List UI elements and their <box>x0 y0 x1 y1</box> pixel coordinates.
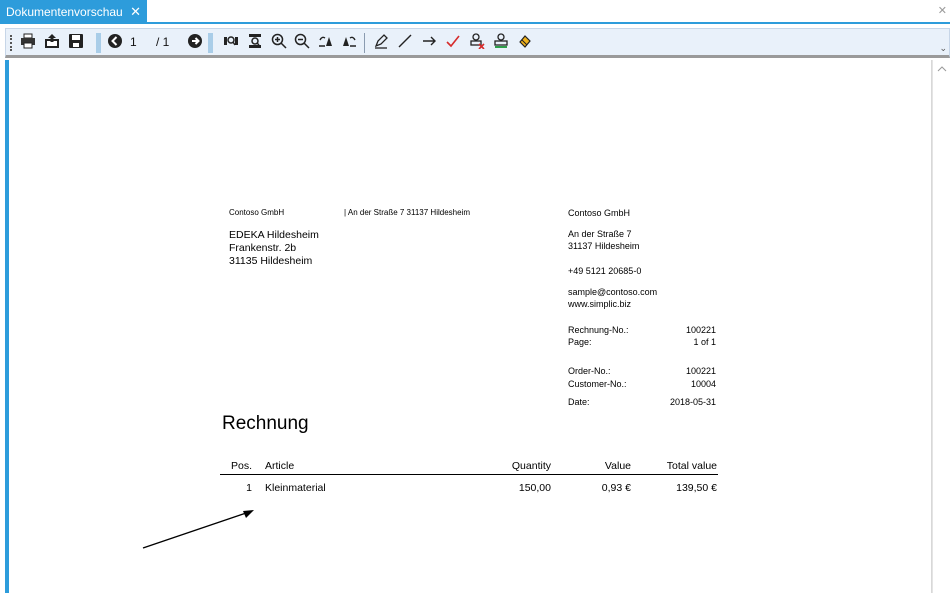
document-preview-window: Dokumentenvorschau ✕ ✕ 1 / 1 ⌄ Contoso G… <box>0 0 950 593</box>
annotation-arrow-layer <box>142 510 254 549</box>
annotation-arrow-head <box>243 510 254 518</box>
annotation-arrow-line <box>142 510 253 549</box>
